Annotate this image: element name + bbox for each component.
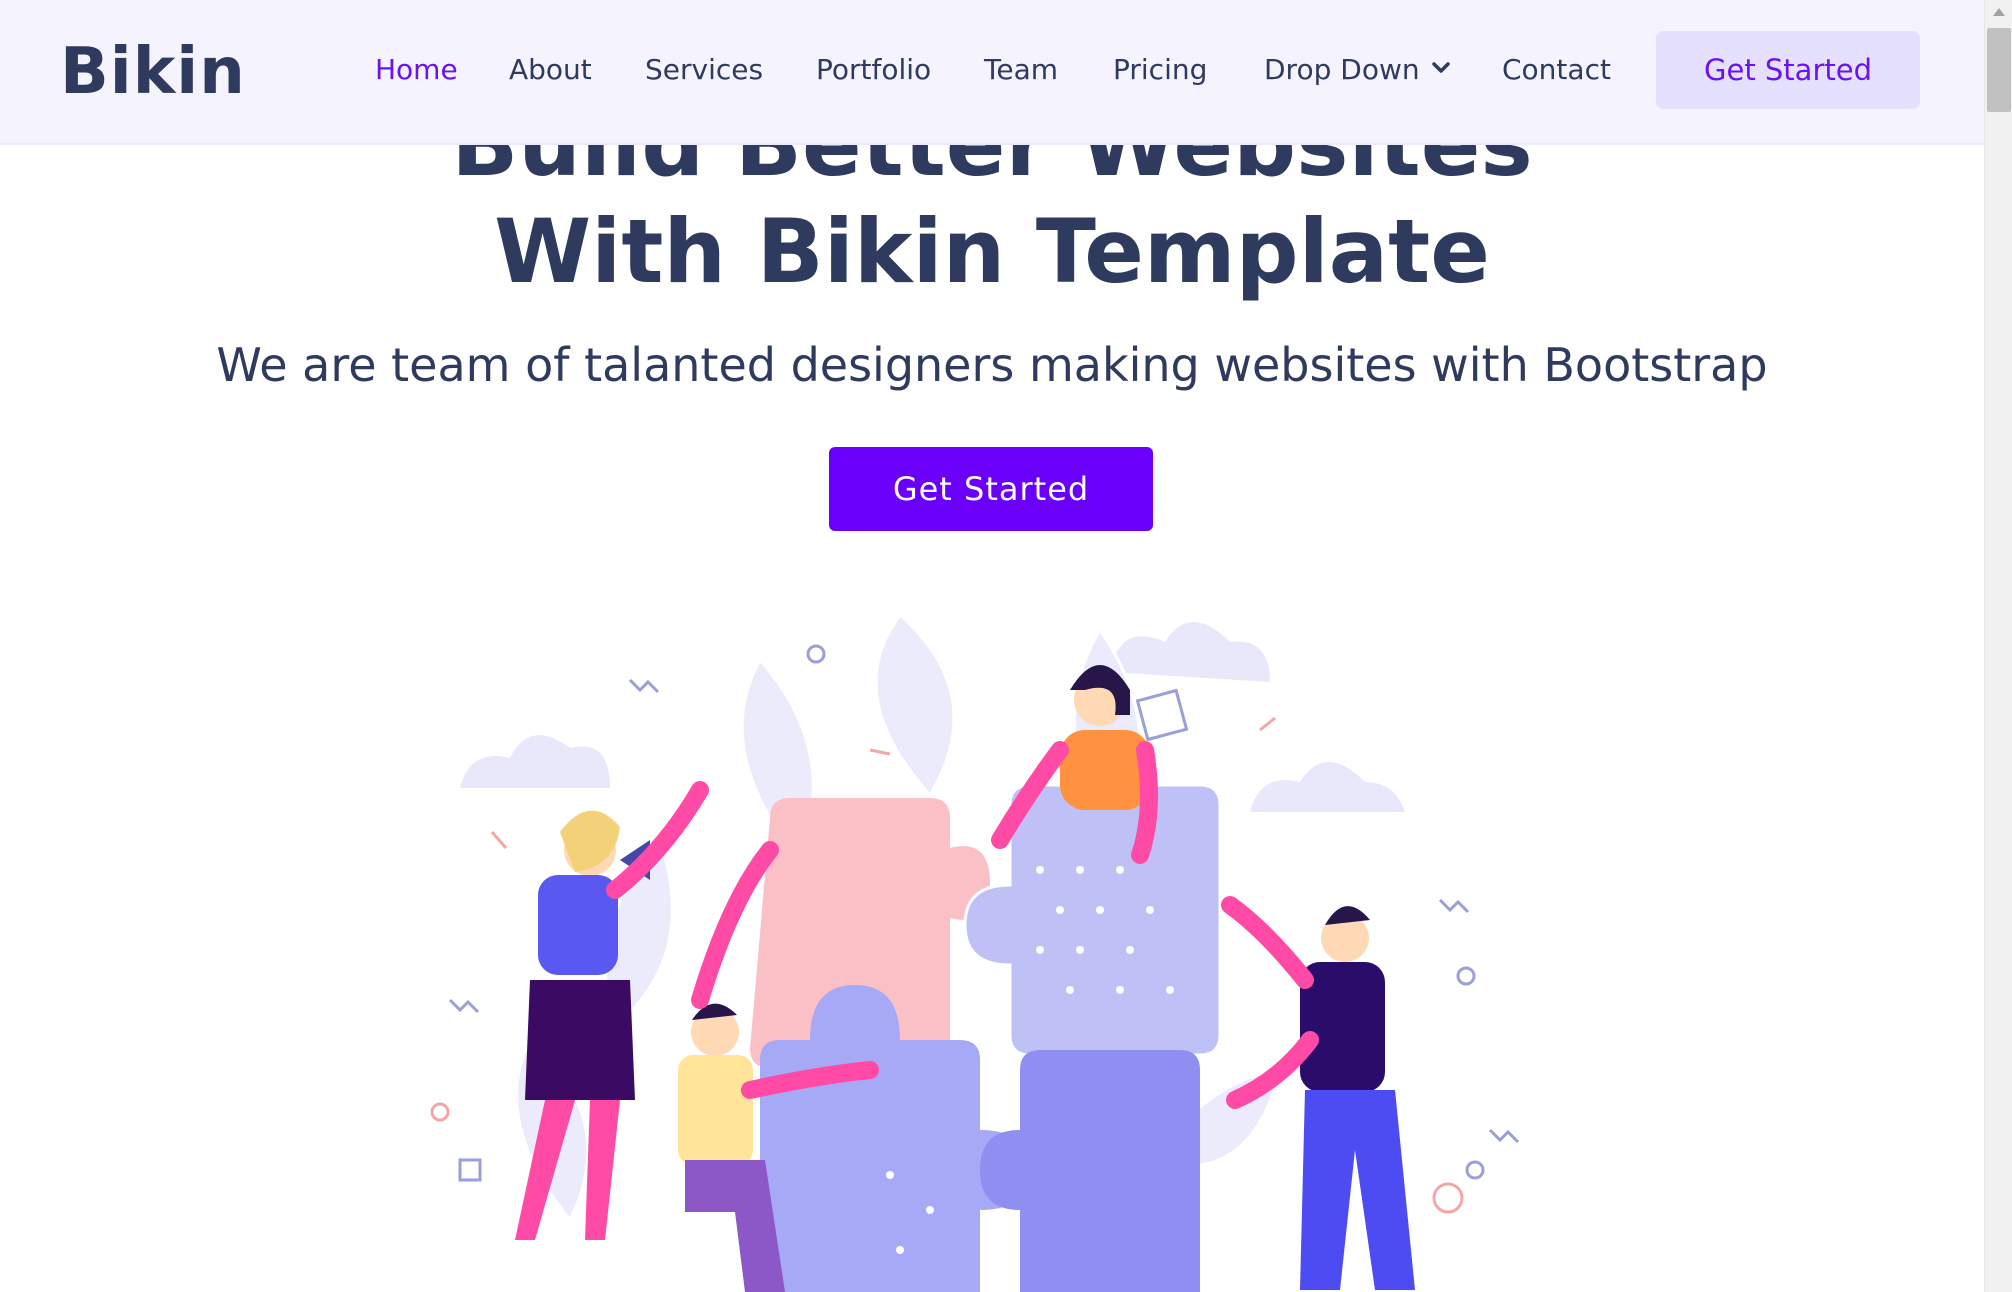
nav-home[interactable]: Home [375,50,458,90]
hero-get-started-button[interactable]: Get Started [829,447,1153,531]
nav-dropdown[interactable]: Drop Down [1264,50,1450,90]
header-get-started-button[interactable]: Get Started [1656,31,1920,109]
nav-about[interactable]: About [509,50,592,90]
team-puzzle-illustration [430,612,1520,1292]
nav-pricing[interactable]: Pricing [1113,50,1207,90]
site-logo[interactable]: Bikin [60,34,246,110]
chevron-down-icon [1431,62,1450,73]
nav-pricing-label: Pricing [1113,53,1208,86]
nav-dropdown-label: Drop Down [1264,53,1420,86]
nav-services[interactable]: Services [645,50,763,90]
person-right [1221,896,1415,1290]
nav-portfolio[interactable]: Portfolio [816,50,931,90]
site-header: Bikin Home About Services Portfolio Team… [0,0,1984,145]
page: Build Better Websites With Bikin Templat… [0,0,1984,1292]
hero-title-line-2: With Bikin Template [494,200,1490,303]
nav-team[interactable]: Team [984,50,1058,90]
scroll-up-arrow-icon[interactable] [1993,8,2005,16]
page-scrollbar[interactable] [1984,0,2012,1292]
nav-contact[interactable]: Contact [1502,50,1611,90]
puzzle-piece-violet [980,1050,1200,1292]
hero-subtitle: We are team of talanted designers making… [216,338,1768,392]
scrollbar-thumb[interactable] [1987,28,2011,112]
person-megaphone [515,781,709,1240]
